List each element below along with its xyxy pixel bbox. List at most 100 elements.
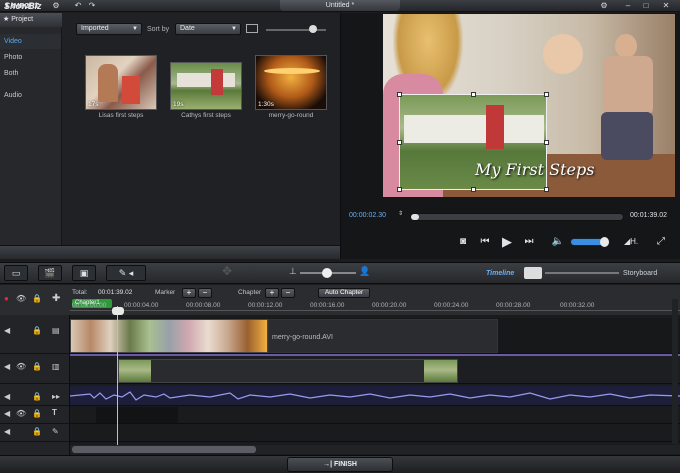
library-clip[interactable]: 19s <box>170 62 242 110</box>
nav-item-both[interactable]: Both <box>0 66 61 81</box>
volume-handle[interactable] <box>600 237 609 247</box>
settings-menu-icon[interactable]: ⚙ <box>50 1 62 11</box>
add-marker-button[interactable]: + <box>182 288 196 298</box>
record-icon[interactable]: ● <box>4 294 9 303</box>
clip-thumbnail-figure <box>211 69 223 95</box>
resize-handle[interactable] <box>397 140 402 145</box>
monitor-icon[interactable]: ▭ <box>4 265 28 281</box>
import-button[interactable]: ⬇ IMPORT <box>4 2 39 10</box>
storyboard-mode-button[interactable]: Storyboard <box>623 270 657 277</box>
remove-marker-button[interactable]: − <box>198 288 212 298</box>
audio-toggle-icon[interactable]: ◀ <box>4 326 10 335</box>
snapshot-icon[interactable]: ◙ <box>456 236 470 248</box>
project-header: ★ Project <box>0 13 62 27</box>
overlay-thumbnail <box>424 360 457 382</box>
clapperboard-icon[interactable]: 🎬 <box>38 265 62 281</box>
filter-dropdown[interactable]: Imported ▼ <box>76 23 142 35</box>
drag-handle-icon[interactable]: ✥ <box>222 264 232 278</box>
magic-wand-icon[interactable]: ✎ ◂ <box>106 265 146 281</box>
auto-chapter-button[interactable]: Auto Chapter <box>318 288 370 298</box>
maximize-icon[interactable]: □ <box>640 1 652 11</box>
add-track-icon[interactable]: ✚ <box>52 293 60 304</box>
library-clip[interactable]: 1:30s <box>255 55 327 110</box>
next-frame-icon[interactable]: ⏭ <box>522 236 536 248</box>
resize-handle[interactable] <box>544 187 549 192</box>
eye-icon[interactable]: 👁 <box>16 409 26 418</box>
time-stepper-icon[interactable]: ⇕ <box>398 210 403 217</box>
video-clip[interactable] <box>70 319 268 353</box>
add-chapter-button[interactable]: + <box>265 288 279 298</box>
scrubber-progress <box>411 214 420 220</box>
playhead-handle[interactable] <box>112 307 124 315</box>
audio-toggle-icon[interactable]: ◀ <box>4 409 10 418</box>
nav-item-photo[interactable]: Photo <box>0 50 61 65</box>
title-text-icon[interactable]: T <box>52 408 57 417</box>
lock-icon[interactable]: 🔒 <box>32 326 42 335</box>
fullscreen-icon[interactable]: ⤢ <box>654 236 668 248</box>
preview-video[interactable]: My First Steps <box>383 14 675 197</box>
speaker-icon[interactable]: 🔈 <box>551 236 565 248</box>
playhead[interactable] <box>117 306 118 446</box>
thumbnail-size-slider[interactable] <box>266 29 326 31</box>
view-mode-toggle[interactable] <box>524 267 542 279</box>
speaker-icon[interactable]: ◀ <box>4 392 10 401</box>
hd-icon[interactable]: ◢H. <box>624 236 638 248</box>
minimize-icon[interactable]: – <box>622 1 634 11</box>
library-clip[interactable]: 17s <box>85 55 157 110</box>
zoom-in-icon[interactable]: 👤 <box>359 266 370 277</box>
ruler-tick: 00:00:20.00 <box>372 302 407 309</box>
gear-icon[interactable]: ⚙ <box>598 1 610 11</box>
audio-toggle-icon[interactable]: ◀ <box>4 362 10 371</box>
resize-handle[interactable] <box>544 92 549 97</box>
eye-icon[interactable]: 👁 <box>16 294 26 303</box>
playback-scrubber[interactable] <box>410 213 624 221</box>
chapter-label: Chapter <box>238 289 262 296</box>
lock-icon[interactable]: 🔒 <box>32 427 42 436</box>
clip-thumbnail-figure <box>98 64 118 102</box>
overlay-title-text[interactable]: My First Steps <box>475 160 594 179</box>
current-timecode[interactable]: 00:00:02.30 <box>349 212 386 219</box>
zoom-out-icon[interactable]: ⊥ <box>289 266 297 277</box>
resize-handle[interactable] <box>471 187 476 192</box>
overlay-track-icon[interactable]: ▥ <box>52 362 60 371</box>
play-icon[interactable]: ▶ <box>500 235 514 248</box>
close-icon[interactable]: ✕ <box>660 1 672 11</box>
audio-track-header: ◀ 🔒 ▸▸ <box>0 386 70 406</box>
ruler-tick: 00:00:00.00 <box>72 302 107 309</box>
finish-button[interactable]: →| FINISH <box>287 457 393 472</box>
audio-toggle-icon[interactable]: ◀ <box>4 427 10 436</box>
lock-icon[interactable]: 🔒 <box>32 362 42 371</box>
lock-icon[interactable]: 🔒 <box>32 392 42 401</box>
resize-handle[interactable] <box>397 92 402 97</box>
eye-icon[interactable]: 👁 <box>16 362 26 371</box>
resize-handle[interactable] <box>397 187 402 192</box>
resize-handle[interactable] <box>544 140 549 145</box>
timeline-scrollbar-thumb[interactable] <box>72 446 256 453</box>
clip-thumbnail-figure <box>122 76 140 104</box>
view-toggle-icon[interactable] <box>246 24 258 33</box>
audio-waveform[interactable] <box>70 386 680 406</box>
nav-item-video[interactable]: Video <box>0 34 61 49</box>
redo-icon[interactable]: ↷ <box>86 1 98 11</box>
audio-wave-icon[interactable]: ▸▸ <box>52 392 60 401</box>
undo-icon[interactable]: ↶ <box>72 1 84 11</box>
title-clip[interactable] <box>96 407 178 423</box>
remove-chapter-button[interactable]: − <box>281 288 295 298</box>
overlay-track-header: ◀ 👁 🔒 ▥ <box>0 356 70 384</box>
nav-item-audio[interactable]: Audio <box>0 88 61 103</box>
arrow-right-icon: →| <box>323 461 334 468</box>
vertical-scrollbar[interactable] <box>672 299 678 444</box>
effects-icon[interactable]: ✎ <box>52 427 59 436</box>
photo-frame-icon[interactable]: ▣ <box>72 265 96 281</box>
overlay-clip[interactable] <box>118 359 458 383</box>
lock-icon[interactable]: 🔒 <box>32 294 42 303</box>
timeline-mode-button[interactable]: Timeline <box>486 270 514 277</box>
resize-handle[interactable] <box>471 92 476 97</box>
sort-dropdown[interactable]: Date ▼ <box>175 23 241 35</box>
timeline-zoom-handle[interactable] <box>322 268 332 278</box>
lock-icon[interactable]: 🔒 <box>32 409 42 418</box>
star-icon: ★ <box>3 16 12 23</box>
film-strip-icon[interactable]: ▤ <box>52 326 60 335</box>
thumbnail-size-handle[interactable] <box>309 25 317 33</box>
previous-frame-icon[interactable]: ⏮ <box>478 236 492 248</box>
